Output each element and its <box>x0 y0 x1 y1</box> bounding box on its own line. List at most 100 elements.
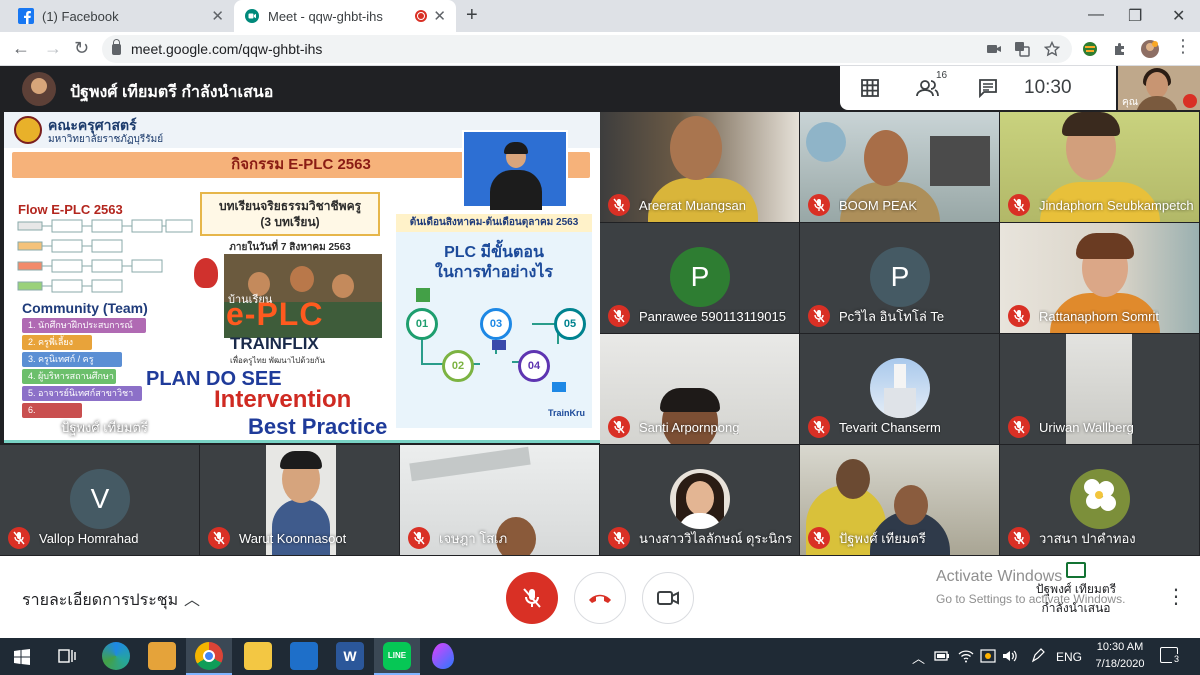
presenting-title: ปัฐพงศ์ เทียมตรี กำลังนำเสนอ <box>70 84 274 101</box>
participant-tile[interactable]: Areerat Muangsan <box>600 112 799 222</box>
tab-facebook[interactable]: (1) Facebook ✕ <box>8 0 234 32</box>
participant-name: ปัฐพงศ์ เทียมตรี <box>839 530 926 546</box>
reload-icon[interactable]: ↻ <box>74 38 89 59</box>
leave-call-button[interactable] <box>574 572 626 624</box>
step-03: 03 <box>480 308 512 340</box>
menu-icon[interactable]: ⋮ <box>1174 36 1192 57</box>
minimize-icon[interactable]: — <box>1088 6 1104 24</box>
participant-name: Rattanaphorn Somrit <box>1039 308 1159 324</box>
star-icon[interactable] <box>1044 41 1060 57</box>
close-icon[interactable]: ✕ <box>211 7 224 25</box>
participant-tile[interactable]: วาสนา ปาคำทอง <box>1000 445 1199 555</box>
url-text: meet.google.com/qqw-ghbt-ihs <box>131 41 323 57</box>
store-icon[interactable] <box>148 642 176 670</box>
participant-tile[interactable]: Rattanaphorn Somrit <box>1000 223 1199 333</box>
participant-tile[interactable]: ปัฐพงศ์ เทียมตรี <box>800 445 999 555</box>
camera-icon[interactable] <box>986 41 1002 57</box>
participant-tile[interactable]: P Pcวิไล อินโทโล่ Te <box>800 223 999 333</box>
close-window-icon[interactable]: ✕ <box>1172 6 1185 26</box>
present-screen-icon <box>1066 562 1086 578</box>
windows-taskbar: W LINE ︿ ENG 10:30 AM 7/18/2020 3 <box>0 638 1200 675</box>
participant-tile[interactable]: Uriwan Wallberg <box>1000 334 1199 444</box>
mic-off-icon <box>808 305 830 327</box>
mic-off-icon <box>1008 527 1030 549</box>
volume-icon[interactable] <box>1002 649 1018 663</box>
presentation-tile[interactable]: คณะครุศาสตร์ มหาวิทยาลัยราชภัฏบุรีรัมย์ … <box>4 112 600 443</box>
security-shield-icon[interactable] <box>980 648 996 664</box>
flowchart-diagram <box>17 219 193 293</box>
participant-tile[interactable]: Jindaphorn Seubkampetch <box>1000 112 1199 222</box>
university-logo <box>14 116 42 144</box>
mic-off-icon <box>808 527 830 549</box>
tab-meet[interactable]: Meet - qqw-ghbt-ihs ✕ <box>234 0 456 32</box>
mic-toggle-button[interactable] <box>506 572 558 624</box>
participant-tile[interactable]: Warut Koonnasoot <box>200 445 399 555</box>
clock-time[interactable]: 10:30 AM <box>1092 641 1148 653</box>
mic-off-icon <box>1183 94 1197 108</box>
community-item: 5. อาจารย์นิเทศก์สาขาวิชาภาคกลาง <box>22 386 142 413</box>
back-icon[interactable]: ← <box>12 38 30 59</box>
eplc-logo-text: e-PLC <box>226 296 324 332</box>
edge-icon[interactable] <box>102 642 130 670</box>
mail-icon[interactable] <box>290 642 318 670</box>
participant-tile[interactable]: เจษฎา โสเภ <box>400 445 599 555</box>
extension-globe-icon[interactable] <box>1082 41 1098 57</box>
participant-tile[interactable]: BOOM PEAK <box>800 112 999 222</box>
new-tab-button[interactable]: + <box>466 4 478 27</box>
participant-tile[interactable]: นางสาววิไลลักษณ์ ดุระนิกร <box>600 445 799 555</box>
chat-icon[interactable] <box>978 78 998 98</box>
participant-name: นางสาววิไลลักษณ์ ดุระนิกร <box>639 530 793 546</box>
mic-off-icon <box>608 527 630 549</box>
clock-date[interactable]: 7/18/2020 <box>1092 658 1148 670</box>
self-view-tile[interactable]: คุณ <box>1118 66 1200 110</box>
pen-icon[interactable] <box>1030 648 1046 664</box>
meeting-clock: 10:30 <box>1024 77 1072 98</box>
word-icon[interactable]: W <box>336 642 364 670</box>
presenting-now-button[interactable]: ปัฐพงศ์ เทียมตรี กำลังนำเสนอ <box>1024 562 1128 618</box>
browser-toolbar: ← → ↻ meet.google.com/qqw-ghbt-ihs ⋮ <box>0 32 1200 66</box>
chevron-up-icon[interactable]: ︿ <box>184 586 200 610</box>
participant-avatar: V <box>70 469 130 529</box>
puzzle-icon[interactable] <box>1112 41 1128 57</box>
meet-bottom-bar: รายละเอียดการประชุม ︿ Activate Windows G… <box>0 556 1200 638</box>
camera-toggle-button[interactable] <box>642 572 694 624</box>
meet-icon <box>245 9 259 23</box>
participant-name: วาสนา ปาคำทอง <box>1039 530 1136 546</box>
more-options-icon[interactable]: ⋮ <box>1166 584 1186 609</box>
step-01: 01 <box>406 308 438 340</box>
address-bar[interactable]: meet.google.com/qqw-ghbt-ihs <box>102 35 1072 63</box>
participant-name: Pcวิไล อินโทโล่ Te <box>839 308 945 324</box>
community-item: 4. ผู้บริหารสถานศึกษา <box>22 369 116 384</box>
audio-level-icon <box>40 420 53 434</box>
participant-name: Uriwan Wallberg <box>1039 419 1134 435</box>
chrome-taskbar-button[interactable] <box>186 638 232 675</box>
community-item: 1. นักศึกษาฝึกประสบการณ์วิชาชีพครู <box>22 318 146 345</box>
input-language[interactable]: ENG <box>1056 650 1082 664</box>
participant-avatar <box>870 358 930 418</box>
close-icon[interactable]: ✕ <box>433 7 446 25</box>
translate-icon[interactable] <box>1014 41 1030 57</box>
battery-icon[interactable] <box>934 650 950 662</box>
line-taskbar-button[interactable]: LINE <box>374 638 420 675</box>
participant-tile[interactable]: P Panrawee 590113119015 <box>600 223 799 333</box>
participant-tile[interactable]: V Vallop Homrahad <box>0 445 199 555</box>
paint-drop-icon[interactable] <box>432 643 454 669</box>
participant-name: Areerat Muangsan <box>639 197 746 213</box>
tray-chevron-icon[interactable]: ︿ <box>912 648 925 667</box>
trainflix-tagline: เพื่อครูไทย พัฒนาไปด้วยกัน <box>230 356 325 365</box>
participant-name: Vallop Homrahad <box>39 530 139 546</box>
participant-tile[interactable]: Tevarit Chanserm <box>800 334 999 444</box>
restore-icon[interactable]: ❐ <box>1128 6 1142 26</box>
task-view-icon[interactable] <box>58 648 76 664</box>
participant-tile[interactable]: Santi Arpornpong <box>600 334 799 444</box>
participants-button[interactable]: 16 <box>916 70 947 98</box>
step-02: 02 <box>442 350 474 382</box>
wifi-icon[interactable] <box>958 649 974 663</box>
windows-start-icon[interactable] <box>14 649 30 665</box>
layout-grid-icon[interactable] <box>860 78 880 98</box>
profile-avatar[interactable] <box>1140 39 1160 59</box>
mic-off-icon <box>808 416 830 438</box>
meeting-details-button[interactable]: รายละเอียดการประชุม <box>22 588 178 613</box>
forward-icon[interactable]: → <box>44 38 62 59</box>
file-explorer-icon[interactable] <box>244 642 272 670</box>
